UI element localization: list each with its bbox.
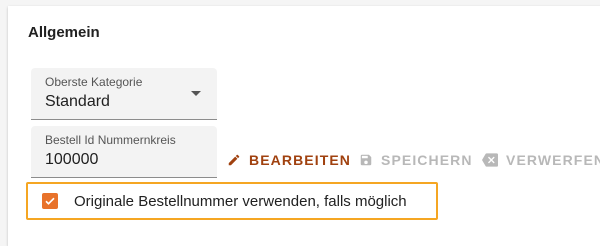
category-select[interactable]: Oberste Kategorie Standard xyxy=(31,68,217,120)
check-icon xyxy=(45,197,55,205)
order-number-range-field[interactable]: Bestell Id Nummernkreis 100000 xyxy=(31,126,217,178)
discard-button[interactable]: VERWERFEN xyxy=(482,150,600,170)
floppy-disk-icon xyxy=(360,154,372,166)
edit-button-label: BEARBEITEN xyxy=(249,152,352,168)
edit-button[interactable]: BEARBEITEN xyxy=(227,150,351,170)
category-select-value: Standard xyxy=(45,93,110,110)
pencil-icon xyxy=(228,154,240,166)
original-order-number-checkbox[interactable] xyxy=(42,193,58,209)
discard-button-label: VERWERFEN xyxy=(506,152,600,168)
backspace-x-icon xyxy=(482,153,498,167)
original-order-number-option: Originale Bestellnummer verwenden, falls… xyxy=(26,182,438,220)
settings-card: Allgemein Oberste Kategorie Standard Bes… xyxy=(8,6,600,246)
chevron-down-icon[interactable] xyxy=(191,91,201,96)
category-select-label: Oberste Kategorie xyxy=(45,75,143,89)
save-button[interactable]: SPEICHERN xyxy=(359,150,473,170)
save-button-label: SPEICHERN xyxy=(381,152,473,168)
original-order-number-label[interactable]: Originale Bestellnummer verwenden, falls… xyxy=(74,193,407,210)
order-number-range-label: Bestell Id Nummernkreis xyxy=(45,133,176,147)
order-number-range-value: 100000 xyxy=(45,151,99,168)
section-title: Allgemein xyxy=(28,24,100,41)
